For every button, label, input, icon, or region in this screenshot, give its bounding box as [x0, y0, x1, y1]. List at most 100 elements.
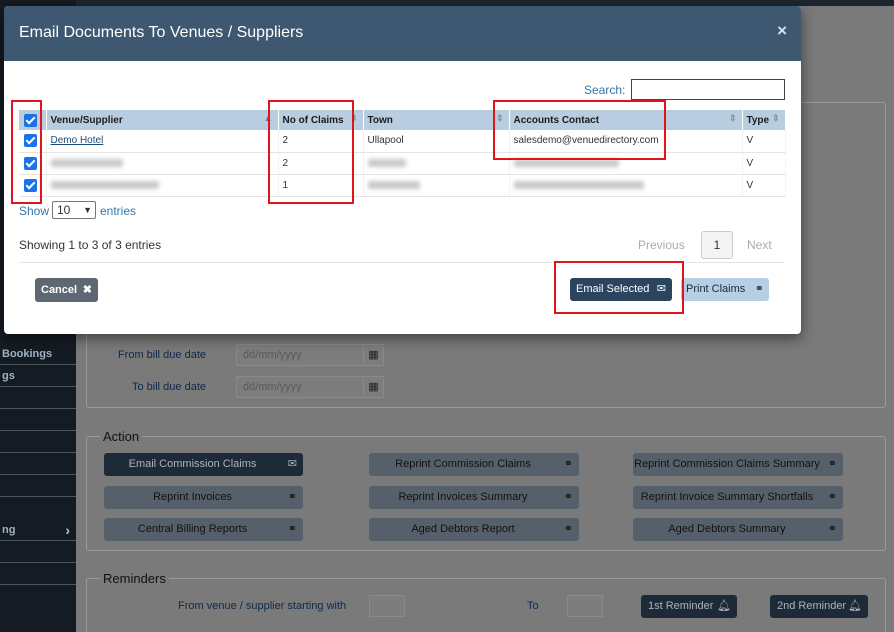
contact-cell: salesdemo@venuedirectory.com — [509, 130, 743, 153]
to-bill-due-label: To bill due date — [132, 381, 206, 393]
select-all-checkbox[interactable] — [24, 113, 37, 127]
bell-icon: 🔔︎ — [717, 600, 731, 612]
contact-cell — [509, 174, 743, 197]
redacted-town — [367, 158, 406, 167]
cancel-button[interactable]: Cancel ✖ — [35, 278, 98, 302]
contact-cell — [509, 152, 743, 175]
sidebar-item[interactable] — [0, 409, 76, 431]
button-label: Print Claims — [686, 283, 746, 295]
table-row: Demo Hotel 2 Ullapool salesdemo@venuedir… — [19, 130, 786, 153]
column-label: Type — [746, 114, 770, 126]
sort-icon: ⇕ — [728, 113, 737, 123]
row-checkbox[interactable] — [24, 134, 37, 148]
type-cell: V — [742, 152, 786, 175]
email-selected-button[interactable]: Email Selected ✉ — [570, 278, 672, 301]
calendar-icon[interactable]: ▦ — [363, 377, 383, 397]
redacted-venue — [50, 158, 123, 167]
chevron-down-icon: ▼ — [83, 205, 92, 215]
close-icon[interactable]: × — [777, 21, 787, 41]
email-documents-modal: Email Documents To Venues / Suppliers × … — [4, 6, 801, 334]
central-billing-reports-button[interactable]: Central Billing Reports ⚭ — [104, 518, 303, 541]
button-label: Reprint Invoices Summary — [398, 491, 528, 503]
second-reminder-button[interactable]: 2nd Reminder 🔔︎ — [770, 595, 868, 618]
column-header-claims[interactable]: No of Claims ⇕ — [278, 110, 364, 130]
sidebar-item[interactable] — [0, 387, 76, 409]
envelope-icon: ✉ — [656, 283, 666, 295]
reprint-invoices-summary-button[interactable]: Reprint Invoices Summary ⚭ — [369, 486, 579, 509]
chevron-right-icon: › — [65, 522, 70, 538]
redacted-town — [367, 180, 420, 189]
table-row: 2 V — [19, 152, 786, 175]
claims-cell: 1 — [278, 174, 364, 197]
town-cell — [363, 152, 510, 175]
from-bill-due-input[interactable]: dd/mm/yyyy ▦ — [236, 344, 384, 366]
sidebar-item[interactable] — [0, 431, 76, 453]
sidebar-item[interactable] — [0, 541, 76, 563]
sidebar-item-settings[interactable]: gs — [0, 365, 76, 387]
sidebar-item-label: ng — [2, 524, 16, 536]
button-label: Reprint Invoice Summary Shortfalls — [640, 491, 814, 503]
reminders-to-label: To — [527, 600, 539, 612]
venue-cell — [46, 152, 279, 175]
button-label: Cancel — [41, 284, 78, 296]
aged-debtors-report-button[interactable]: Aged Debtors Report ⚭ — [369, 518, 579, 541]
sidebar-item[interactable] — [0, 475, 76, 497]
button-label: Aged Debtors Report — [411, 523, 515, 535]
table-header-row: Venue/Supplier ▲ No of Claims ⇕ Town ⇕ Acco… — [19, 110, 786, 130]
sidebar-item[interactable] — [0, 453, 76, 475]
button-label: Reprint Invoices — [153, 491, 232, 503]
row-checkbox[interactable] — [24, 156, 37, 170]
reprint-invoices-button[interactable]: Reprint Invoices ⚭ — [104, 486, 303, 509]
print-claims-button[interactable]: Print Claims ⚭ — [681, 278, 769, 301]
page-size-select[interactable]: 10 ▼ — [52, 201, 96, 219]
claims-cell: 2 — [278, 130, 364, 153]
pagination-next[interactable]: Next — [747, 238, 772, 252]
column-header-town[interactable]: Town ⇕ — [363, 110, 510, 130]
aged-debtors-summary-button[interactable]: Aged Debtors Summary ⚭ — [633, 518, 843, 541]
claims-cell: 2 — [278, 152, 364, 175]
close-icon: ✖ — [82, 284, 92, 296]
search-input[interactable] — [631, 79, 785, 100]
binoculars-icon: ⚭ — [287, 491, 297, 503]
date-placeholder: dd/mm/yyyy — [243, 381, 302, 393]
sort-asc-icon: ▲ — [263, 113, 273, 123]
row-select-cell — [19, 130, 47, 153]
sidebar-item-bookings[interactable]: Bookings — [0, 343, 76, 365]
redacted-contact — [513, 158, 619, 167]
pagination-previous[interactable]: Previous — [638, 238, 685, 252]
first-reminder-button[interactable]: 1st Reminder 🔔︎ — [641, 595, 737, 618]
button-label: Email Commission Claims — [128, 458, 257, 470]
row-checkbox[interactable] — [24, 178, 37, 192]
modal-title: Email Documents To Venues / Suppliers — [19, 24, 304, 41]
column-header-venue[interactable]: Venue/Supplier ▲ — [46, 110, 279, 130]
button-label: Reprint Commission Claims — [395, 458, 531, 470]
binoculars-icon: ⚭ — [563, 523, 573, 535]
town-cell — [363, 174, 510, 197]
type-cell: V — [742, 130, 786, 153]
sidebar-item-label: gs — [2, 370, 15, 382]
column-label: Venue/Supplier — [50, 114, 123, 126]
divider — [19, 262, 785, 263]
to-bill-due-input[interactable]: dd/mm/yyyy ▦ — [236, 376, 384, 398]
button-label: 2nd Reminder — [777, 600, 847, 612]
reprint-commission-claims-summary-button[interactable]: Reprint Commission Claims Summary ⚭ — [633, 453, 843, 476]
column-header-type[interactable]: Type ⇕ — [742, 110, 786, 130]
sidebar-item-billing[interactable]: ng › — [0, 519, 76, 541]
type-cell: V — [742, 174, 786, 197]
table-info: Showing 1 to 3 of 3 entries — [19, 238, 162, 252]
venue-link[interactable]: Demo Hotel — [51, 135, 104, 146]
show-label: Show — [19, 204, 50, 218]
town-cell: Ullapool — [363, 130, 510, 153]
pagination-page-1[interactable]: 1 — [701, 231, 733, 259]
sidebar-item[interactable] — [0, 563, 76, 585]
email-commission-claims-button[interactable]: Email Commission Claims ✉ — [104, 453, 303, 476]
binoculars-icon: ⚭ — [827, 491, 837, 503]
reprint-commission-claims-button[interactable]: Reprint Commission Claims ⚭ — [369, 453, 579, 476]
sort-icon: ⇕ — [771, 113, 780, 123]
reminders-from-input[interactable] — [369, 595, 405, 617]
redacted-contact — [513, 180, 644, 189]
calendar-icon[interactable]: ▦ — [363, 345, 383, 365]
reminders-to-input[interactable] — [567, 595, 603, 617]
column-header-contact[interactable]: Accounts Contact ⇕ — [509, 110, 743, 130]
reprint-invoice-summary-shortfalls-button[interactable]: Reprint Invoice Summary Shortfalls ⚭ — [633, 486, 843, 509]
